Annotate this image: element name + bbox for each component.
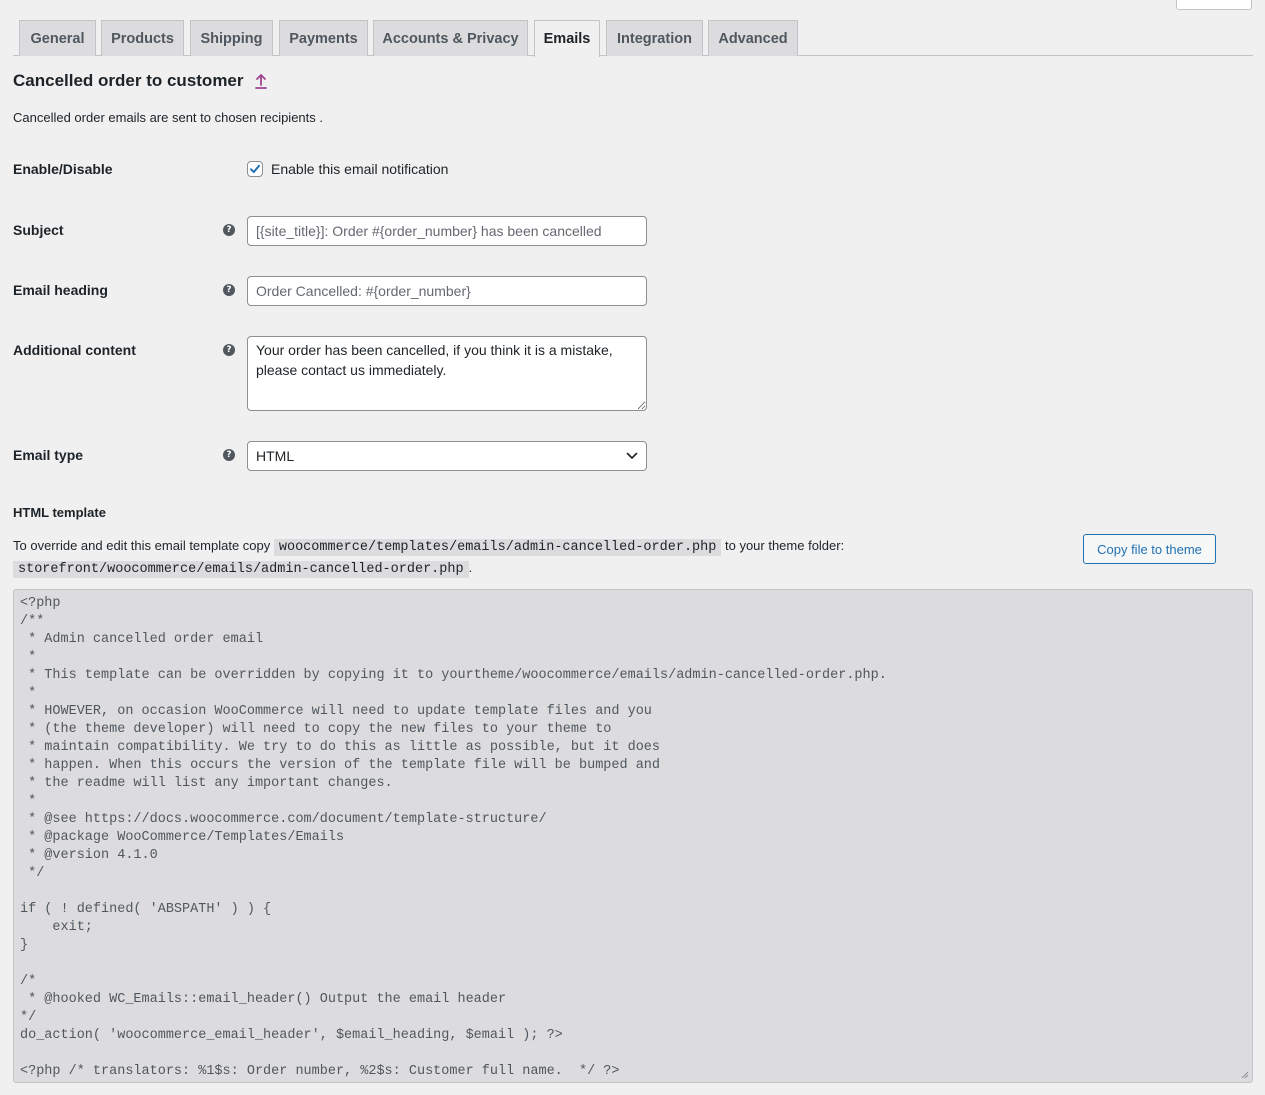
tab-integration[interactable]: Integration	[606, 20, 703, 56]
page-title: Cancelled order to customer	[13, 71, 244, 90]
subject-label: Subject	[13, 222, 64, 238]
copy-file-to-theme-button[interactable]: Copy file to theme	[1083, 534, 1216, 564]
override-prefix: To override and edit this email template…	[13, 538, 271, 553]
tab-accounts-privacy[interactable]: Accounts & Privacy	[373, 20, 528, 56]
tab-advanced[interactable]: Advanced	[708, 20, 798, 56]
override-suffix: .	[468, 560, 473, 575]
email-type-value: HTML	[256, 448, 295, 464]
additional-content-textarea[interactable]: Your order has been cancelled, if you th…	[247, 336, 647, 411]
help-button[interactable]	[1176, 0, 1252, 10]
additional-content-label: Additional content	[13, 342, 136, 358]
email-heading-input[interactable]	[247, 276, 647, 306]
resize-grip-icon[interactable]	[1240, 1070, 1249, 1079]
tab-shipping[interactable]: Shipping	[190, 20, 273, 56]
chevron-down-icon	[626, 452, 638, 459]
checkmark-icon	[250, 164, 260, 173]
enable-notification-label: Enable this email notification	[271, 161, 449, 177]
question-mark-icon[interactable]: ?	[223, 449, 235, 461]
tab-general[interactable]: General	[19, 20, 96, 56]
email-heading-label: Email heading	[13, 282, 108, 298]
up-arrow-icon[interactable]	[254, 72, 268, 90]
question-mark-icon[interactable]: ?	[223, 284, 235, 296]
enable-disable-label: Enable/Disable	[13, 161, 113, 177]
theme-template-path: storefront/woocommerce/emails/admin-canc…	[13, 561, 469, 578]
override-middle: to your theme folder:	[724, 538, 845, 553]
source-template-path: woocommerce/templates/emails/admin-cance…	[273, 539, 722, 556]
tab-emails[interactable]: Emails	[534, 20, 600, 57]
email-type-label: Email type	[13, 447, 84, 463]
tab-payments[interactable]: Payments	[279, 20, 368, 56]
email-type-select[interactable]: HTML	[247, 441, 647, 471]
page-header: Cancelled order to customer	[13, 71, 268, 91]
template-code-viewer[interactable]: <?php /** * Admin cancelled order email …	[13, 589, 1253, 1083]
subject-input[interactable]	[247, 216, 647, 246]
override-instructions: To override and edit this email template…	[13, 536, 1073, 580]
settings-tabs: General Products Shipping Payments Accou…	[13, 19, 1253, 57]
template-code: <?php /** * Admin cancelled order email …	[20, 596, 887, 1079]
enable-notification-row[interactable]: Enable this email notification	[247, 161, 448, 177]
page-description: Cancelled order emails are sent to chose…	[13, 110, 323, 125]
html-template-heading: HTML template	[13, 505, 106, 520]
tab-products[interactable]: Products	[101, 20, 184, 56]
question-mark-icon[interactable]: ?	[223, 344, 235, 356]
enable-notification-checkbox[interactable]	[247, 161, 263, 177]
question-mark-icon[interactable]: ?	[223, 224, 235, 236]
